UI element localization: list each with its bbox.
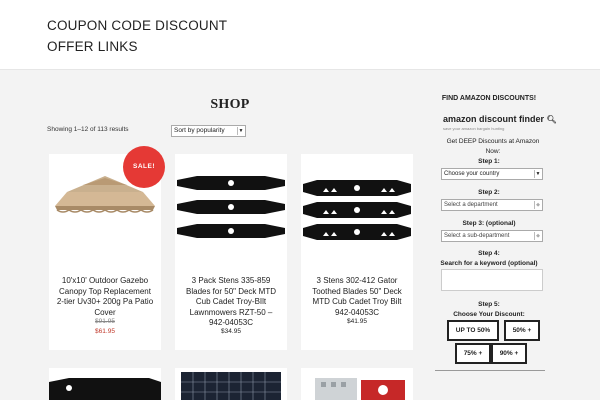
product-image-gator-blades[interactable] <box>301 154 413 266</box>
step5-label: Step 5: <box>478 301 500 308</box>
step5-sub: Choose Your Discount: <box>453 311 525 318</box>
discount-90-plus-button[interactable]: 90% + <box>491 343 527 364</box>
product-image-device[interactable] <box>301 368 413 400</box>
department-select-value: Select a department <box>444 202 498 208</box>
sale-badge: SALE! <box>123 146 165 188</box>
product-card[interactable]: 3 Pack Stens 335-859 Blades for 50" Deck… <box>175 154 287 350</box>
discount-75-plus-button[interactable]: 75% + <box>455 343 491 364</box>
widget-title: FIND AMAZON DISCOUNTS! <box>441 95 537 102</box>
step4-sub: Search for a keyword (optional) <box>440 260 538 267</box>
site-title-line1[interactable]: COUPON CODE DISCOUNT <box>47 15 247 36</box>
step2-label: Step 2: <box>478 189 500 196</box>
divider <box>435 370 545 371</box>
amazon-discount-finder-logo[interactable]: amazon discount finder 🔍︎ save your amaz… <box>443 113 557 135</box>
step4-label: Step 4: <box>478 250 500 257</box>
magnifier-icon: 🔍︎ <box>546 115 557 124</box>
product-image-solar-panel[interactable] <box>175 368 287 400</box>
site-title[interactable]: COUPON CODE DISCOUNT OFFER LINKS <box>47 15 247 57</box>
product-card[interactable] <box>301 368 413 400</box>
product-card[interactable]: 3 Stens 302-412 Gator Toothed Blades 50"… <box>301 154 413 350</box>
chevron-down-icon: ▼ <box>237 127 244 135</box>
step3-label: Step 3: (optional) <box>462 220 516 227</box>
country-select[interactable]: Choose your country ▼ <box>441 168 543 180</box>
subdepartment-select[interactable]: Select a sub-department ◆ <box>441 230 543 242</box>
product-image-blade[interactable] <box>49 368 161 400</box>
orderby-select[interactable]: Sort by popularity ▼ <box>171 125 246 137</box>
country-select-value: Choose your country <box>444 171 500 177</box>
subdepartment-select-value: Select a sub-department <box>444 233 510 239</box>
product-image-blades[interactable] <box>175 154 287 266</box>
chevron-icon: ◆ <box>534 201 541 209</box>
product-price: $41.95 <box>347 318 367 325</box>
discount-up-to-50-button[interactable]: UP TO 50% <box>447 320 499 341</box>
logo-text: amazon discount finder <box>443 114 545 124</box>
product-card[interactable] <box>175 368 287 400</box>
product-title[interactable]: 3 Pack Stens 335-859 Blades for 50" Deck… <box>181 276 281 329</box>
result-count: Showing 1–12 of 113 results <box>47 126 129 133</box>
product-card[interactable]: SALE! 10'x10' Outdoor Gazebo Canopy Top … <box>49 146 165 350</box>
keyword-input[interactable] <box>441 269 543 291</box>
product-card[interactable] <box>49 368 161 400</box>
logo-tagline: save your amazon bargain hunting <box>443 126 505 131</box>
product-price-old: $91.95 <box>95 318 115 325</box>
sidebar-widget: FIND AMAZON DISCOUNTS! amazon discount f… <box>433 70 557 400</box>
product-title[interactable]: 10'x10' Outdoor Gazebo Canopy Top Replac… <box>55 276 155 318</box>
shop-main: SHOP Showing 1–12 of 113 results Sort by… <box>40 70 420 400</box>
page-title: SHOP <box>210 97 250 112</box>
site-title-line2[interactable]: OFFER LINKS <box>47 36 247 57</box>
product-price: $61.95 <box>95 328 115 335</box>
step1-label: Step 1: <box>478 158 500 165</box>
discount-50-plus-button[interactable]: 50% + <box>504 320 540 341</box>
product-price: $34.95 <box>221 328 241 335</box>
intro-text: Get DEEP Discounts at Amazon Now: <box>446 138 540 155</box>
site-header: COUPON CODE DISCOUNT OFFER LINKS <box>0 0 600 70</box>
chevron-down-icon: ▼ <box>534 170 541 178</box>
chevron-icon: ◆ <box>534 232 541 240</box>
department-select[interactable]: Select a department ◆ <box>441 199 543 211</box>
product-title[interactable]: 3 Stens 302-412 Gator Toothed Blades 50"… <box>307 276 407 318</box>
orderby-value: Sort by popularity <box>174 127 225 134</box>
